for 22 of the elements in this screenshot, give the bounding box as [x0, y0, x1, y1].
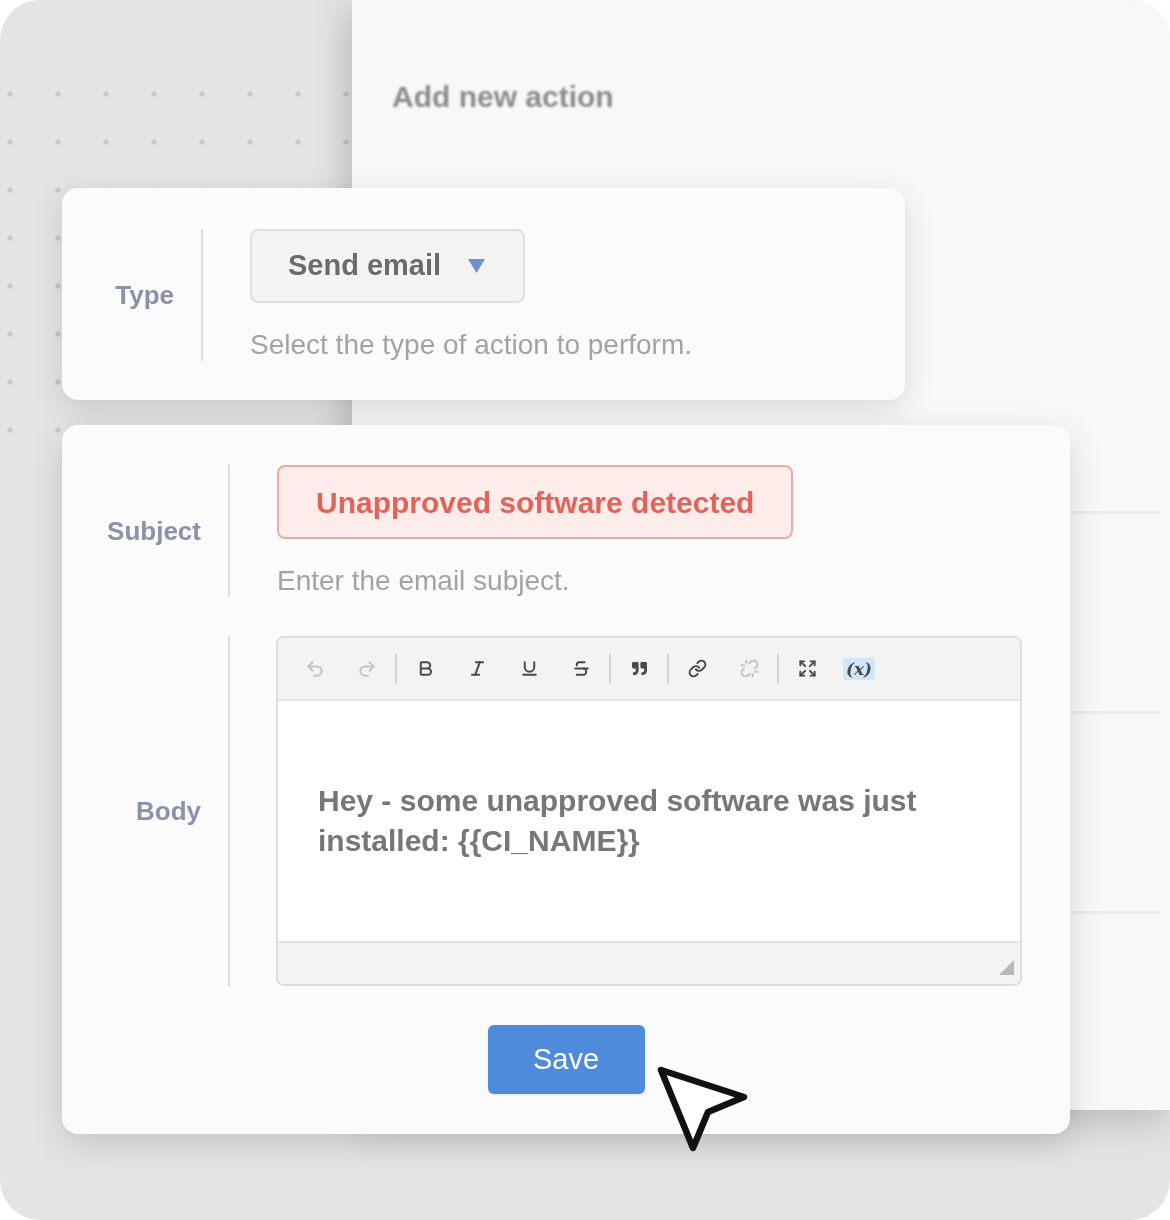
link-icon [687, 659, 707, 678]
body-label: Body [136, 794, 201, 828]
type-label: Type [115, 278, 174, 312]
variable-button[interactable]: (x) [842, 657, 876, 680]
underline-icon [519, 659, 539, 678]
subject-label: Subject [107, 514, 201, 548]
undo-icon [305, 658, 325, 679]
strikethrough-icon [571, 659, 591, 678]
quote-button[interactable] [629, 659, 649, 678]
caret-icon [468, 259, 485, 273]
dialog-title: Add new action [392, 80, 614, 114]
subject-input[interactable]: Unapproved software detected [277, 465, 794, 539]
type-help-text: Select the type of action to perform. [250, 329, 692, 361]
unlink-icon [739, 659, 759, 678]
quote-icon [631, 661, 647, 676]
redo-icon [357, 658, 377, 679]
resize-grip-icon[interactable] [999, 960, 1014, 975]
body-text-area[interactable]: Hey - some unapproved software was just installed: {{CI_NAME}} [278, 701, 1020, 941]
save-button[interactable]: Save [487, 1025, 645, 1094]
subject-help-text: Enter the email subject. [277, 565, 570, 597]
type-select[interactable]: Send email [250, 229, 525, 303]
expand-icon [797, 659, 817, 678]
